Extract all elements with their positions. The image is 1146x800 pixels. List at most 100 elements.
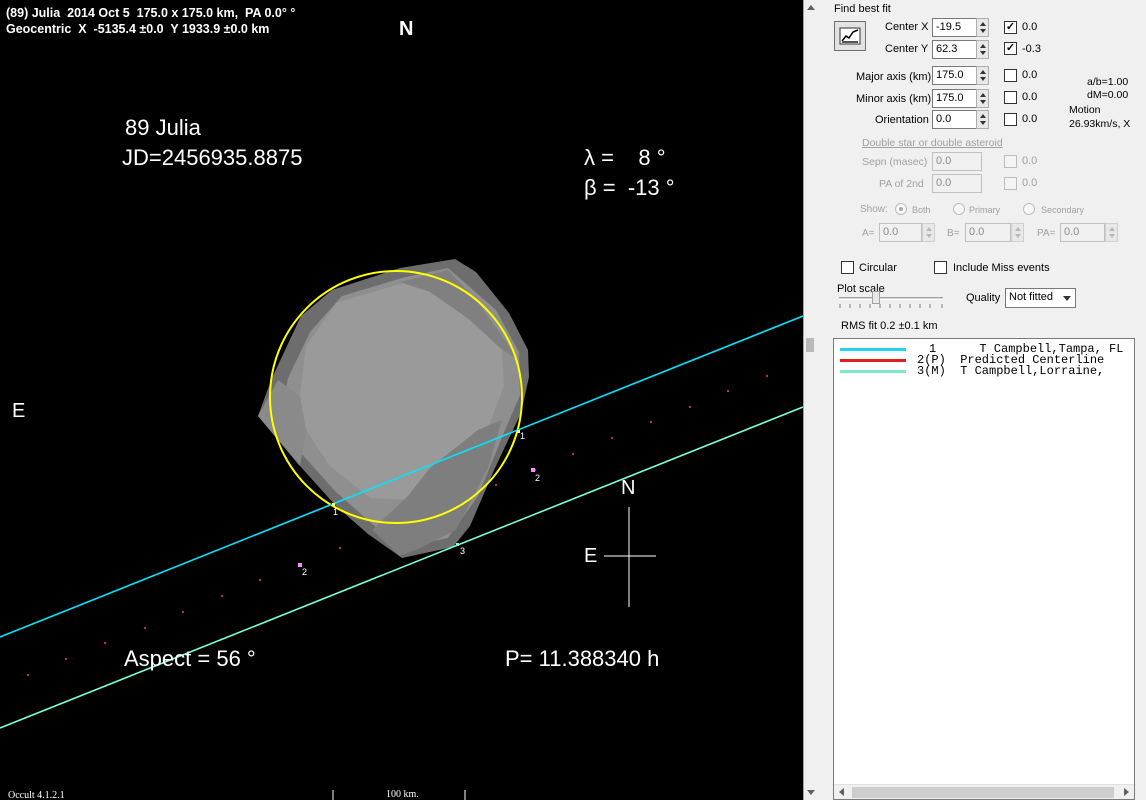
sepn-input[interactable]: 0.0: [932, 152, 982, 171]
include-miss-checkbox[interactable]: [934, 261, 947, 274]
show-both-radio[interactable]: [895, 203, 907, 215]
plot-canvas: [0, 259, 803, 800]
legend-horizontal-scrollbar[interactable]: [834, 784, 1134, 799]
compass-north-label: N: [621, 477, 636, 499]
ecliptic-latitude: β = -13 °: [584, 175, 675, 200]
chord-label-2-left: 2: [302, 567, 308, 577]
circular-label: Circular: [859, 262, 897, 274]
delta-magnitude: dM=0.00: [1087, 89, 1129, 101]
quality-label: Quality: [966, 292, 1001, 304]
rotation-period: P= 11.388340 h: [505, 646, 660, 671]
center-x-label: Center X: [885, 21, 929, 33]
find-best-fit-label: Find best fit: [834, 3, 891, 15]
orientation-spinner[interactable]: [976, 110, 989, 129]
plot-scale-slider-track[interactable]: [839, 297, 943, 300]
major-axis-input[interactable]: 175.0: [932, 66, 977, 85]
compass-rose: [604, 507, 656, 607]
minor-axis-checkbox[interactable]: [1004, 91, 1017, 104]
splitter-grip[interactable]: [806, 338, 814, 352]
sepn-label: Sepn (masec): [862, 156, 928, 168]
major-axis-label: Major axis (km): [856, 71, 932, 83]
include-miss-label: Include Miss events: [953, 262, 1050, 274]
show-label: Show:: [860, 204, 888, 215]
pa-2nd-input[interactable]: 0.0: [932, 174, 982, 193]
scale-bar-label: 100 km.: [386, 789, 419, 800]
version-label: Occult 4.1.2.1: [8, 790, 65, 800]
minor-axis-label: Minor axis (km): [856, 93, 932, 105]
chord-label-1-right: 1: [520, 431, 526, 441]
sepn-checkbox[interactable]: [1004, 155, 1017, 168]
julian-date: JD=2456935.8875: [122, 145, 303, 170]
vertical-scrollbar[interactable]: [803, 0, 817, 800]
compass-east-label: E: [584, 545, 598, 567]
event-marker-3: [456, 543, 459, 546]
orientation-fit: 0.0: [1022, 113, 1038, 125]
a-spinner[interactable]: [922, 223, 935, 242]
show-secondary-label: Secondary: [1041, 205, 1085, 215]
center-y-spinner[interactable]: [976, 40, 989, 59]
plot-header-geocentric: Geocentric X -5135.4 ±0.0 Y 1933.9 ±0.0 …: [6, 22, 270, 36]
sepn-fit: 0.0: [1022, 155, 1038, 167]
minor-axis-input[interactable]: 175.0: [932, 89, 977, 108]
center-x-input[interactable]: -19.5: [932, 18, 977, 37]
plot-scale-slider-thumb[interactable]: [872, 291, 880, 304]
center-x-checkbox[interactable]: ✓: [1004, 21, 1017, 34]
chevron-down-icon: [1063, 296, 1071, 301]
pa-2nd-checkbox[interactable]: [1004, 177, 1017, 190]
fit-chart-icon: [839, 27, 861, 45]
legend-row-3[interactable]: 3(M) T Campbell,Lorraine,: [834, 364, 1134, 378]
scroll-down-icon[interactable]: [807, 790, 815, 795]
east-label: E: [12, 400, 26, 422]
a-input[interactable]: 0.0: [879, 223, 922, 242]
observer-legend-list[interactable]: 1 T Campbell,Tampa, FL 2(P) Predicted Ce…: [833, 338, 1135, 800]
pa-input[interactable]: 0.0: [1060, 223, 1105, 242]
show-secondary-radio[interactable]: [1023, 203, 1035, 215]
plot-scale-ticks: [839, 304, 943, 308]
major-axis-fit: 0.0: [1022, 69, 1038, 81]
scroll-up-icon[interactable]: [807, 5, 815, 10]
b-spinner[interactable]: [1011, 223, 1024, 242]
ecliptic-longitude: λ = 8 °: [584, 145, 666, 170]
legend-line-2: [840, 359, 906, 362]
a-label: A=: [862, 228, 875, 239]
aspect-angle: Aspect = 56 °: [124, 646, 256, 671]
occultation-plot[interactable]: (89) Julia 2014 Oct 5 175.0 x 175.0 km, …: [0, 0, 803, 800]
asteroid-shape-model: [258, 259, 529, 558]
minor-axis-spinner[interactable]: [976, 89, 989, 108]
orientation-input[interactable]: 0.0: [932, 110, 977, 129]
show-primary-radio[interactable]: [953, 203, 965, 215]
legend-line-1: [840, 348, 906, 351]
event-marker-2-r: [531, 468, 535, 472]
find-best-fit-button[interactable]: [834, 21, 866, 51]
b-label: B=: [947, 228, 960, 239]
center-y-fit: -0.3: [1022, 43, 1041, 55]
center-y-input[interactable]: 62.3: [932, 40, 977, 59]
scrollbar-thumb[interactable]: [852, 787, 1114, 798]
show-both-label: Both: [912, 205, 931, 215]
quality-select-value: Not fitted: [1009, 291, 1054, 303]
rms-fit-label: RMS fit 0.2 ±0.1 km: [841, 320, 938, 332]
minor-axis-fit: 0.0: [1022, 91, 1038, 103]
major-axis-spinner[interactable]: [976, 66, 989, 85]
fit-controls-panel: Find best fit Center X -19.5 ✓ 0.0 Cente…: [817, 0, 1146, 800]
circular-checkbox[interactable]: [841, 261, 854, 274]
b-input[interactable]: 0.0: [965, 223, 1011, 242]
chord-label-2-right: 2: [535, 473, 541, 483]
quality-select[interactable]: Not fitted: [1005, 288, 1076, 308]
plot-header-title: (89) Julia 2014 Oct 5 175.0 x 175.0 km, …: [6, 6, 296, 20]
legend-text-3: 3(M) T Campbell,Lorraine,: [917, 364, 1105, 378]
motion-label: Motion: [1069, 104, 1101, 116]
scroll-right-icon[interactable]: [1124, 788, 1129, 796]
north-label: N: [399, 18, 414, 40]
pa-spinner[interactable]: [1105, 223, 1118, 242]
double-star-link[interactable]: Double star or double asteroid: [862, 137, 1003, 149]
chord-label-1-left: 1: [333, 507, 339, 517]
major-axis-checkbox[interactable]: [1004, 69, 1017, 82]
center-y-checkbox[interactable]: ✓: [1004, 42, 1017, 55]
scroll-left-icon[interactable]: [839, 788, 844, 796]
orientation-checkbox[interactable]: [1004, 113, 1017, 126]
pa-2nd-fit: 0.0: [1022, 177, 1038, 189]
center-x-spinner[interactable]: [976, 18, 989, 37]
event-marker-1-disappear: [332, 503, 335, 506]
orientation-label: Orientation: [875, 114, 929, 126]
